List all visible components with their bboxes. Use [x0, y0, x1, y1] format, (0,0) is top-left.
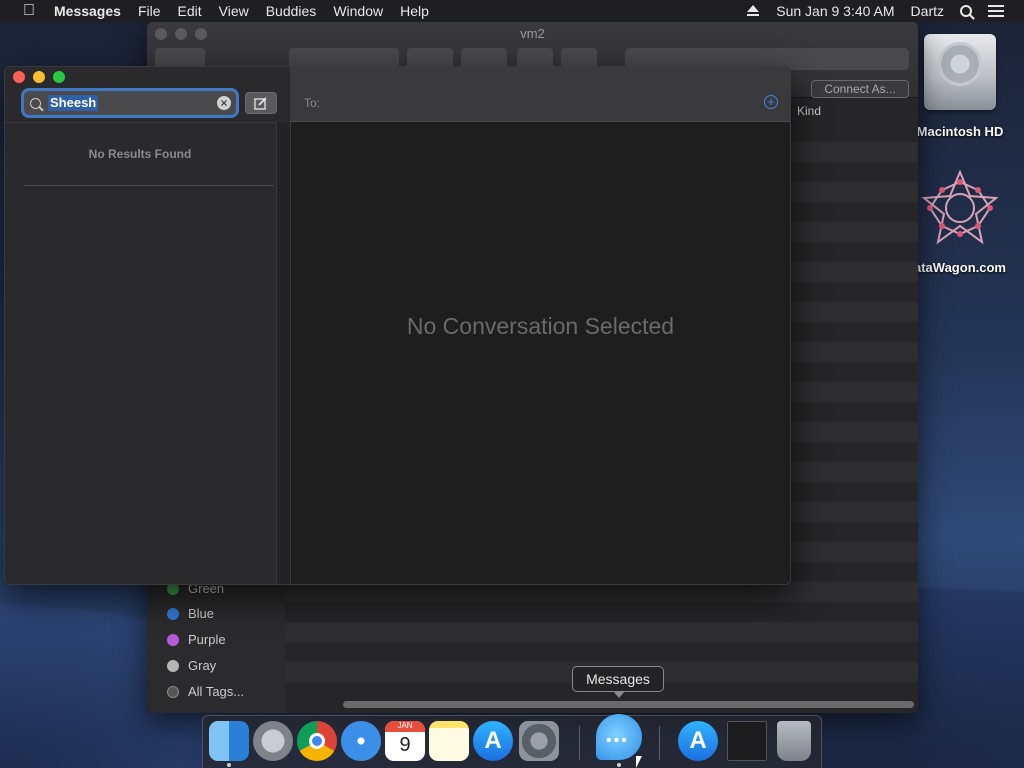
menu-help[interactable]: Help — [400, 3, 429, 19]
add-recipient-icon[interactable]: + — [764, 95, 778, 109]
hard-drive-icon[interactable] — [924, 34, 996, 110]
launchpad-dock-icon[interactable] — [253, 721, 293, 761]
compose-button[interactable] — [245, 92, 277, 114]
chrome-dock-icon[interactable] — [297, 721, 337, 761]
desktop-icon-label-datawagon[interactable]: ataWagon.com — [905, 260, 1015, 275]
messages-running-indicator — [617, 763, 621, 767]
dock-tooltip: Messages — [572, 666, 664, 698]
conversation-pane: To: + No Conversation Selected — [290, 67, 790, 584]
clear-search-icon[interactable]: × — [217, 96, 231, 110]
sidebar-tag-blue[interactable]: Blue — [167, 606, 214, 621]
menu-view[interactable]: View — [219, 3, 249, 19]
trash-icon[interactable] — [777, 721, 811, 761]
eject-icon[interactable] — [746, 5, 760, 17]
calendar-day: 9 — [399, 734, 411, 756]
spotlight-search-icon[interactable] — [960, 5, 972, 17]
menu-buddies[interactable]: Buddies — [266, 3, 317, 19]
gray-dot-icon — [167, 659, 179, 672]
conversation-list-scrollbar[interactable] — [276, 122, 290, 584]
messages-window: Sheesh × No Results Found To: + No Conve… — [4, 66, 791, 585]
tag-label: Gray — [188, 658, 217, 673]
dock-separator-2 — [659, 726, 660, 760]
to-label: To: — [304, 96, 321, 110]
sidebar-tag-purple[interactable]: Purple — [167, 632, 226, 647]
compose-icon — [254, 97, 267, 110]
menu-user[interactable]: Dartz — [911, 3, 944, 19]
recipient-bar: To: + — [291, 67, 790, 122]
notes-dock-icon[interactable] — [429, 721, 469, 761]
tag-label: All Tags... — [188, 684, 245, 699]
finder-horizontal-scrollbar[interactable] — [343, 701, 914, 708]
dock: JAN 9 A ••• A — [202, 714, 822, 768]
conversation-list-pane: Sheesh × No Results Found — [5, 67, 290, 584]
close-button[interactable] — [13, 71, 25, 83]
screen-preview-dock-icon[interactable] — [727, 721, 767, 761]
sidebar-tag-gray[interactable]: Gray — [167, 658, 216, 673]
calendar-month: JAN — [385, 721, 425, 732]
safari-dock-icon[interactable] — [341, 721, 381, 761]
menu-edit[interactable]: Edit — [178, 3, 202, 19]
minimize-button[interactable] — [33, 71, 45, 83]
finder-dock-icon[interactable] — [209, 721, 249, 761]
search-icon — [30, 97, 41, 109]
apple-menu-icon[interactable]:  — [18, 2, 40, 20]
app-store-download-dock-icon[interactable]: A — [678, 721, 718, 761]
search-input-value[interactable]: Sheesh — [48, 95, 99, 111]
menu-window[interactable]: Window — [333, 3, 383, 19]
empty-state-label: No Conversation Selected — [406, 313, 675, 339]
menu-extras: Sun Jan 9 3:40 AM Dartz — [730, 3, 1024, 19]
all-tags-icon — [167, 685, 179, 698]
desktop-icon-label-hd[interactable]: Macintosh HD — [905, 124, 1015, 139]
datawagon-star-icon[interactable] — [920, 170, 1000, 246]
search-divider — [5, 122, 290, 123]
blue-dot-icon — [167, 607, 179, 620]
app-store-dock-icon[interactable]: A — [473, 721, 513, 761]
search-input[interactable]: Sheesh × — [24, 91, 236, 115]
finder-running-indicator — [227, 763, 231, 767]
menu-app-name[interactable]: Messages — [54, 3, 121, 19]
no-results-label: No Results Found — [88, 147, 192, 161]
finder-title: vm2 — [520, 26, 545, 41]
dock-separator — [579, 726, 580, 760]
menu-bar:  Messages File Edit View Buddies Window… — [0, 0, 1024, 22]
menu-file[interactable]: File — [138, 3, 161, 19]
messages-dock-icon[interactable]: ••• — [596, 714, 642, 760]
system-preferences-dock-icon[interactable] — [519, 721, 559, 761]
results-divider — [24, 185, 274, 186]
mouse-cursor-icon — [636, 756, 642, 768]
column-header-kind[interactable]: Kind — [797, 104, 821, 118]
menu-clock[interactable]: Sun Jan 9 3:40 AM — [776, 3, 894, 19]
calendar-dock-icon[interactable]: JAN 9 — [385, 721, 425, 761]
purple-dot-icon — [167, 633, 179, 646]
tag-label: Purple — [188, 632, 226, 647]
notification-center-icon[interactable] — [988, 5, 1004, 17]
window-controls — [13, 71, 73, 83]
connect-as-button[interactable]: Connect As... — [811, 80, 909, 98]
sidebar-all-tags[interactable]: All Tags... — [167, 684, 244, 699]
tag-label: Blue — [188, 606, 215, 621]
zoom-button[interactable] — [53, 71, 65, 83]
